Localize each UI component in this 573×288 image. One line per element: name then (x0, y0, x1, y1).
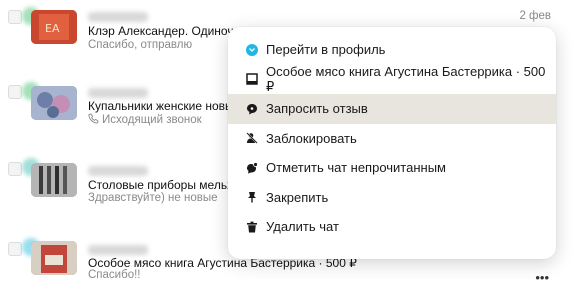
contact-name (88, 88, 148, 98)
contact-name (88, 245, 148, 255)
menu-item-listing[interactable]: Особое мясо книга Агустина Бастеррика · … (228, 63, 556, 95)
select-checkbox[interactable] (8, 242, 22, 256)
chat-last-message: Здравствуйте) не новые (88, 192, 218, 204)
contact-name (88, 12, 148, 22)
menu-item-label: Перейти в профиль (266, 42, 386, 58)
menu-item-mark-unread[interactable]: Отметить чат непрочитанным (228, 153, 556, 183)
profile-icon (246, 43, 258, 56)
menu-item-delete-chat[interactable]: Удалить чат (228, 212, 556, 242)
menu-item-request-review[interactable]: Запросить отзыв (228, 94, 556, 124)
listing-icon (246, 73, 258, 85)
menu-item-label: Отметить чат непрочитанным (266, 160, 446, 176)
chat-title: Купальники женские новые (88, 99, 241, 113)
menu-item-label: Запросить отзыв (266, 101, 368, 117)
chat-last-message: Спасибо!! (88, 269, 141, 281)
listing-thumbnail (31, 86, 77, 120)
contact-name (88, 166, 148, 176)
menu-item-label: Особое мясо книга Агустина Бастеррика · … (266, 63, 546, 94)
chat-title: Клэр Александер. Одиночес (88, 24, 247, 38)
chat-last-message: Спасибо, отправлю (88, 39, 193, 51)
menu-item-label: Удалить чат (266, 219, 339, 235)
menu-item-label: Заблокировать (266, 130, 357, 146)
phone-icon (88, 113, 99, 127)
listing-thumbnail (31, 241, 77, 275)
select-checkbox[interactable] (8, 10, 22, 24)
more-options-icon[interactable]: ••• (535, 270, 549, 285)
review-icon (246, 103, 258, 115)
select-checkbox[interactable] (8, 85, 22, 99)
menu-item-pin[interactable]: Закрепить (228, 183, 556, 213)
select-checkbox[interactable] (8, 162, 22, 176)
chat-title: Столовые приборы мельхио (88, 178, 247, 192)
menu-item-go-to-profile[interactable]: Перейти в профиль (228, 35, 556, 65)
chat-date: 2 фев (519, 10, 551, 22)
trash-icon (246, 221, 258, 233)
chat-context-menu: Перейти в профиль Особое мясо книга Агус… (228, 27, 556, 259)
svg-text:EA: EA (45, 22, 60, 35)
unread-icon (246, 161, 258, 174)
block-icon (246, 132, 258, 144)
menu-item-label: Закрепить (266, 189, 329, 205)
listing-thumbnail (31, 163, 77, 197)
menu-item-block[interactable]: Заблокировать (228, 124, 556, 154)
pin-icon (246, 191, 258, 203)
chat-last-message: Исходящий звонок (88, 113, 202, 127)
listing-thumbnail: EA (31, 10, 77, 44)
